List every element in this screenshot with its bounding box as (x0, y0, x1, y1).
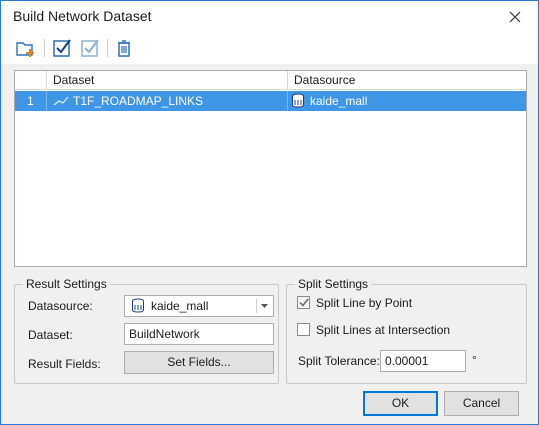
toolbar (1, 32, 538, 64)
dropdown-separator (256, 299, 257, 313)
delete-icon (118, 40, 130, 57)
dataset-label: Dataset: (28, 328, 73, 342)
datasource-select[interactable]: kaide_mall (124, 295, 274, 317)
split-settings-title: Split Settings (295, 277, 372, 291)
split-at-intersection-label[interactable]: Split Lines at Intersection (316, 322, 450, 338)
datasource-cell[interactable]: kaide_mall (288, 91, 526, 111)
select-all-button[interactable] (51, 37, 73, 59)
datasource-icon (292, 93, 304, 108)
split-by-point-checkbox[interactable] (297, 296, 310, 309)
dataset-cell[interactable]: T1F_ROADMAP_LINKS (47, 91, 288, 111)
split-by-point-label[interactable]: Split Line by Point (316, 295, 412, 311)
title-bar: Build Network Dataset (1, 1, 538, 32)
tolerance-unit: ° (472, 353, 477, 367)
checkmark-icon (298, 298, 309, 307)
split-tolerance-input[interactable]: 0.00001 (380, 350, 466, 372)
datasource-label: Datasource: (28, 299, 93, 313)
select-inverse-icon (81, 39, 99, 57)
add-folder-button[interactable] (15, 37, 37, 59)
row-number: 1 (15, 91, 47, 111)
set-fields-button[interactable]: Set Fields... (124, 351, 274, 374)
result-settings-title: Result Settings (23, 277, 110, 291)
select-all-icon (53, 39, 71, 57)
build-network-dataset-dialog: Build Network Dataset Dataset Datasource… (0, 0, 539, 425)
split-settings-group: Split Settings Split Line by Point Split… (286, 277, 527, 384)
window-title: Build Network Dataset (13, 8, 152, 24)
close-icon (509, 11, 521, 22)
dataset-name-input[interactable]: BuildNetwork (124, 323, 274, 345)
result-fields-label: Result Fields: (28, 357, 101, 371)
table-row[interactable]: 1 T1F_ROADMAP_LINKS kaide_mall (15, 91, 526, 111)
select-inverse-button[interactable] (79, 37, 101, 59)
close-button[interactable] (492, 1, 538, 32)
toolbar-separator (107, 39, 108, 57)
split-at-intersection-checkbox[interactable] (297, 323, 310, 336)
chevron-down-icon (261, 304, 268, 308)
column-header-dataset[interactable]: Dataset (47, 71, 288, 90)
datasource-icon (132, 298, 144, 313)
ok-button[interactable]: OK (363, 391, 438, 416)
result-settings-group: Result Settings Datasource: kaide_mall D… (14, 277, 279, 384)
datasource-select-value: kaide_mall (151, 299, 209, 313)
dataset-name: T1F_ROADMAP_LINKS (73, 94, 204, 108)
cancel-button[interactable]: Cancel (444, 391, 519, 416)
line-dataset-icon (53, 96, 69, 106)
dataset-grid[interactable]: Dataset Datasource 1 T1F_ROADMAP_LINKS k… (14, 70, 527, 267)
toolbar-separator (44, 39, 45, 57)
row-number-header (15, 71, 47, 90)
delete-button[interactable] (113, 37, 135, 59)
datasource-name: kaide_mall (310, 94, 368, 108)
grid-header: Dataset Datasource (15, 71, 526, 90)
split-tolerance-label: Split Tolerance: (298, 354, 380, 368)
add-folder-icon (16, 42, 34, 57)
column-header-datasource[interactable]: Datasource (288, 71, 526, 90)
